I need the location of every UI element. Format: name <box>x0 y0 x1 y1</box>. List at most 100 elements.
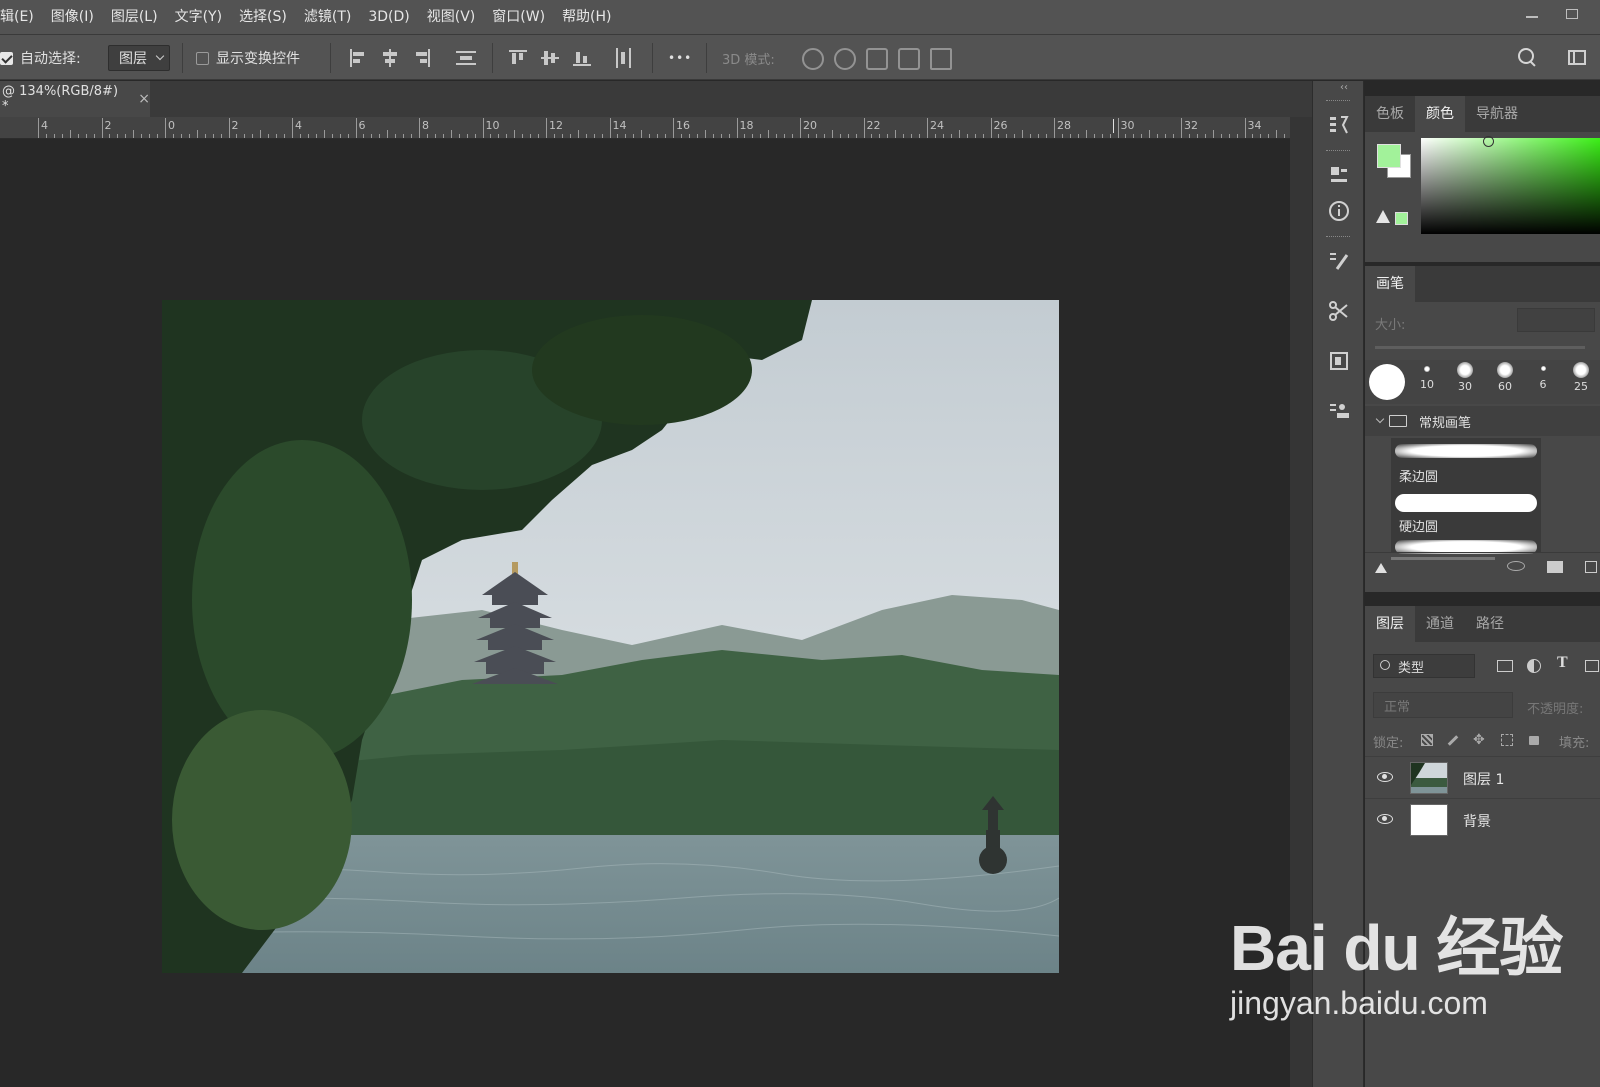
new-brush-icon[interactable] <box>1585 561 1597 573</box>
lock-artboard-icon[interactable] <box>1501 734 1513 746</box>
lock-all-icon[interactable] <box>1529 736 1539 745</box>
layer-row[interactable]: 图层 1 <box>1365 756 1600 798</box>
foreground-color-swatch[interactable] <box>1377 144 1401 168</box>
align-top-icon[interactable] <box>508 48 528 68</box>
brush-panel-footer <box>1365 552 1600 586</box>
minimize-button[interactable] <box>1522 6 1542 24</box>
tab-swatches[interactable]: 色板 <box>1365 96 1415 132</box>
eye-icon[interactable] <box>1377 772 1393 782</box>
menu-window[interactable]: 窗口(W) <box>484 0 554 34</box>
ruler-tick <box>688 134 690 138</box>
3d-panel-icon[interactable] <box>1320 156 1358 194</box>
brush-preset[interactable]: 10 <box>1415 366 1439 391</box>
lock-pixels-icon[interactable] <box>1447 735 1459 746</box>
search-icon[interactable] <box>1518 48 1536 66</box>
brush-hard-round[interactable]: 硬边圆 <box>1391 488 1541 538</box>
menu-3d[interactable]: 3D(D) <box>360 0 418 34</box>
ruler-tick <box>157 134 159 138</box>
3d-camera-icon[interactable] <box>930 48 952 70</box>
info-icon[interactable] <box>1320 192 1358 230</box>
ruler-tick <box>1069 134 1071 138</box>
3d-roll-icon[interactable] <box>834 48 856 70</box>
menu-help[interactable]: 帮助(H) <box>554 0 620 34</box>
menu-layer[interactable]: 图层(L) <box>103 0 167 34</box>
canvas-area[interactable] <box>0 139 1290 1087</box>
warning-icon[interactable] <box>1376 210 1390 223</box>
align-horizontal-center-icon[interactable] <box>380 48 400 68</box>
menu-edit[interactable]: 辑(E) <box>0 0 43 34</box>
align-bottom-icon[interactable] <box>572 48 592 68</box>
restore-button[interactable] <box>1566 9 1578 19</box>
brush-preset[interactable]: 25 <box>1569 362 1593 393</box>
auto-select-checkbox[interactable]: 自动选择: <box>0 35 81 81</box>
type-filter-icon[interactable]: T <box>1557 654 1568 672</box>
distribute-vertical-icon[interactable] <box>614 48 634 68</box>
ruler-tick <box>1165 134 1167 138</box>
document-image[interactable] <box>162 300 1059 973</box>
tab-brushes[interactable]: 画笔 <box>1365 266 1415 302</box>
brush-preset-large[interactable] <box>1369 364 1405 400</box>
menu-view[interactable]: 视图(V) <box>419 0 485 34</box>
ruler-tick <box>434 134 436 138</box>
tab-navigator[interactable]: 导航器 <box>1465 96 1529 132</box>
properties-icon[interactable] <box>1320 342 1358 380</box>
brush-preset-size: 30 <box>1458 380 1472 393</box>
gamut-color-swatch[interactable] <box>1395 212 1408 225</box>
size-small-icon[interactable] <box>1375 563 1387 573</box>
tab-paths[interactable]: 路径 <box>1465 606 1515 642</box>
lock-position-icon[interactable]: ✥ <box>1473 732 1485 748</box>
more-options-button[interactable]: ••• <box>668 35 692 81</box>
shape-filter-icon[interactable] <box>1585 660 1599 672</box>
align-vertical-center-icon[interactable] <box>540 48 560 68</box>
menu-type[interactable]: 文字(Y) <box>167 0 231 34</box>
new-folder-icon[interactable] <box>1547 561 1563 573</box>
align-right-icon[interactable] <box>412 48 432 68</box>
eye-icon[interactable] <box>1377 814 1393 824</box>
brush-size-slider[interactable] <box>1375 346 1585 349</box>
menu-image[interactable]: 图像(I) <box>43 0 103 34</box>
ruler-tick <box>712 134 714 138</box>
menu-filter[interactable]: 滤镜(T) <box>296 0 360 34</box>
distribute-icon[interactable] <box>456 48 476 68</box>
brush-preset[interactable]: 60 <box>1493 362 1517 393</box>
clone-source-icon[interactable] <box>1320 292 1358 330</box>
brush-size-input[interactable] <box>1517 308 1595 332</box>
color-panel: 色板 颜色 导航器 <box>1365 96 1600 262</box>
brush-preset[interactable]: 6 <box>1533 366 1553 391</box>
show-transform-checkbox[interactable]: 显示变换控件 <box>196 35 300 81</box>
layer-row[interactable]: 背景 <box>1365 798 1600 840</box>
3d-slide-icon[interactable] <box>898 48 920 70</box>
thumbnail-size-slider[interactable] <box>1391 557 1495 560</box>
history-icon[interactable] <box>1320 106 1358 144</box>
brush-settings-icon[interactable] <box>1320 242 1358 280</box>
brush-item-partial[interactable] <box>1391 538 1541 554</box>
workspace-icon[interactable] <box>1568 50 1586 65</box>
tab-channels[interactable]: 通道 <box>1415 606 1465 642</box>
tool-presets-icon[interactable] <box>1320 392 1358 430</box>
tab-color[interactable]: 颜色 <box>1415 96 1465 132</box>
eye-toggle-icon[interactable] <box>1507 561 1525 571</box>
3d-orbit-icon[interactable] <box>802 48 824 70</box>
document-tab[interactable]: @ 134%(RGB/8#) * × <box>0 81 150 117</box>
image-filter-icon[interactable] <box>1497 660 1513 672</box>
brush-soft-round[interactable]: 柔边圆 <box>1391 438 1541 488</box>
align-left-icon[interactable] <box>348 48 368 68</box>
auto-select-target-dropdown[interactable]: 图层 <box>108 45 170 71</box>
layer-filter-dropdown[interactable]: 类型 <box>1373 654 1475 678</box>
color-picker-field[interactable] <box>1421 138 1600 234</box>
adjustment-filter-icon[interactable] <box>1527 659 1541 673</box>
collapse-panels-icon[interactable]: ‹‹ <box>1340 82 1348 93</box>
3d-pan-icon[interactable] <box>866 48 888 70</box>
ruler-tick <box>180 134 182 138</box>
ruler-tick <box>1085 130 1087 138</box>
lock-transparent-icon[interactable] <box>1421 734 1433 746</box>
menu-select[interactable]: 选择(S) <box>231 0 296 34</box>
brush-group-general[interactable]: 常规画笔 <box>1365 406 1600 436</box>
ruler-tick <box>1236 134 1238 138</box>
blend-mode-dropdown[interactable]: 正常 <box>1373 692 1513 718</box>
close-icon[interactable]: × <box>138 91 150 107</box>
color-picker-cursor[interactable] <box>1483 136 1494 147</box>
auto-select-label: 自动选择: <box>20 51 81 67</box>
tab-layers[interactable]: 图层 <box>1365 606 1415 642</box>
brush-preset[interactable]: 30 <box>1453 362 1477 393</box>
